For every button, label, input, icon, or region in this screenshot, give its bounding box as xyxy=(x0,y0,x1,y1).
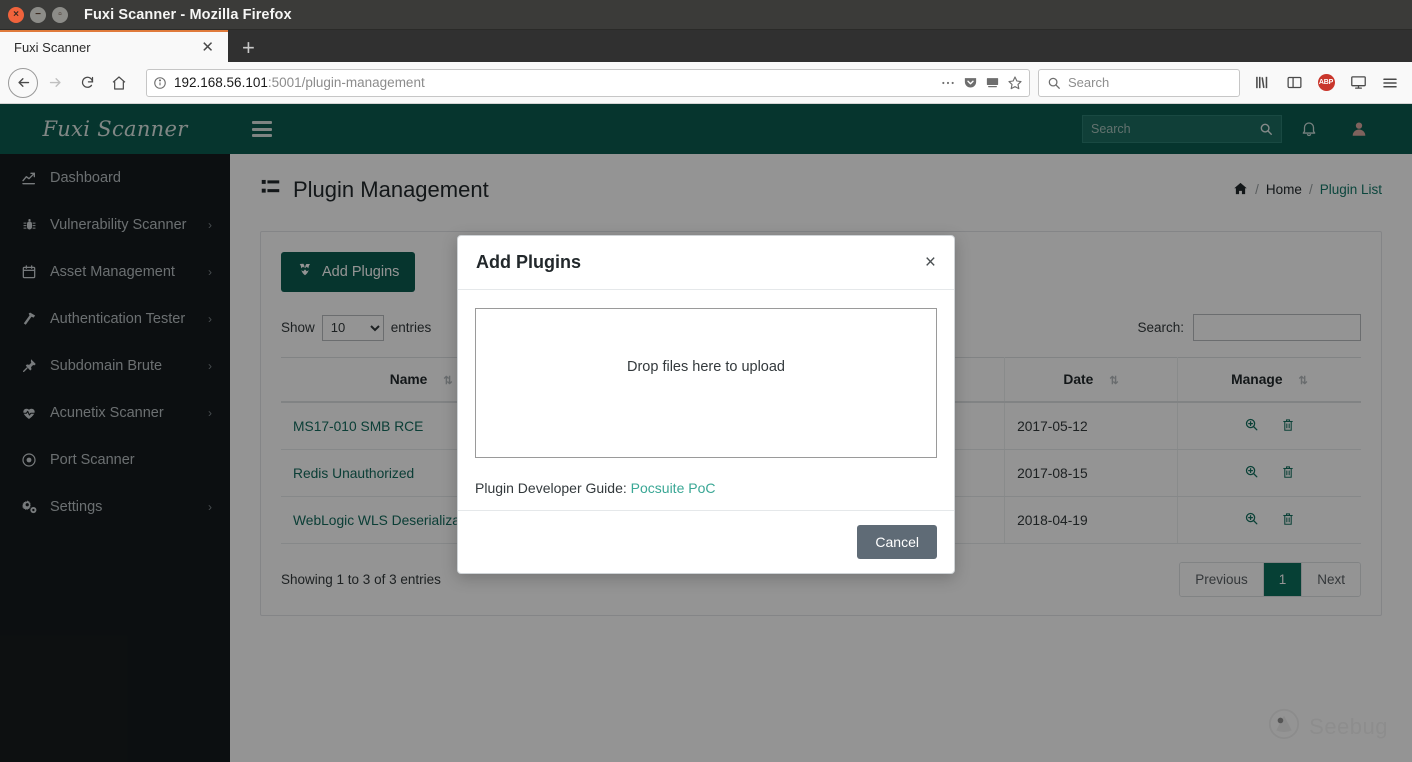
window-minimize-icon[interactable]: − xyxy=(30,6,46,23)
browser-toolbar-icons: ABP xyxy=(1248,69,1404,97)
pocket-icon[interactable] xyxy=(963,75,978,90)
page-info-icon[interactable] xyxy=(153,76,167,90)
close-icon[interactable]: × xyxy=(925,253,936,272)
reader-mode-icon[interactable] xyxy=(985,75,1000,90)
add-plugins-modal: Add Plugins × Drop files here to upload … xyxy=(457,235,955,574)
cancel-button[interactable]: Cancel xyxy=(857,525,937,559)
home-icon[interactable] xyxy=(104,68,134,98)
window-close-icon[interactable]: × xyxy=(8,6,24,23)
dropzone-text: Drop files here to upload xyxy=(627,359,785,375)
library-icon[interactable] xyxy=(1248,69,1276,97)
page-viewport: Fuxi Scanner Search Dashboard Vulnerabil… xyxy=(0,104,1412,762)
developer-guide-label: Plugin Developer Guide: xyxy=(475,480,627,496)
window-title: Fuxi Scanner - Mozilla Firefox xyxy=(84,6,292,23)
browser-search-placeholder: Search xyxy=(1068,75,1110,90)
window-controls: × − ▫ xyxy=(0,6,68,23)
browser-tabstrip: Fuxi Scanner ✕ + xyxy=(0,30,1412,62)
modal-body: Drop files here to upload Plugin Develop… xyxy=(458,290,954,510)
window-titlebar: × − ▫ Fuxi Scanner - Mozilla Firefox xyxy=(0,0,1412,30)
adblock-badge: ABP xyxy=(1317,74,1335,91)
pocsuite-poc-link[interactable]: Pocsuite PoC xyxy=(631,480,716,496)
tab-close-icon[interactable]: ✕ xyxy=(197,38,218,56)
hamburger-menu-icon[interactable] xyxy=(1376,69,1404,97)
adblock-plus-icon[interactable]: ABP xyxy=(1312,69,1340,97)
browser-search-bar[interactable]: Search xyxy=(1038,68,1240,97)
forward-arrow-icon xyxy=(40,68,70,98)
reload-icon[interactable] xyxy=(72,68,102,98)
tab-label: Fuxi Scanner xyxy=(14,39,91,55)
modal-footer: Cancel xyxy=(458,510,954,573)
modal-header: Add Plugins × xyxy=(458,236,954,290)
browser-tab[interactable]: Fuxi Scanner ✕ xyxy=(0,30,228,62)
bookmark-star-icon[interactable] xyxy=(1007,75,1023,91)
search-icon xyxy=(1048,77,1060,89)
url-text: 192.168.56.101:5001/plugin-management xyxy=(174,75,425,90)
url-bar[interactable]: 192.168.56.101:5001/plugin-management xyxy=(146,68,1030,97)
modal-title: Add Plugins xyxy=(476,252,581,272)
browser-navbar: 192.168.56.101:5001/plugin-management Se… xyxy=(0,62,1412,104)
back-arrow-icon[interactable] xyxy=(8,67,38,98)
file-dropzone[interactable]: Drop files here to upload xyxy=(475,308,937,458)
page-actions-ellipsis-icon[interactable] xyxy=(940,75,956,91)
window-maximize-icon[interactable]: ▫ xyxy=(52,6,68,23)
screenshot-icon[interactable] xyxy=(1344,69,1372,97)
developer-guide: Plugin Developer Guide: Pocsuite PoC xyxy=(475,480,937,496)
new-tab-icon[interactable]: + xyxy=(228,37,269,62)
sidebars-icon[interactable] xyxy=(1280,69,1308,97)
